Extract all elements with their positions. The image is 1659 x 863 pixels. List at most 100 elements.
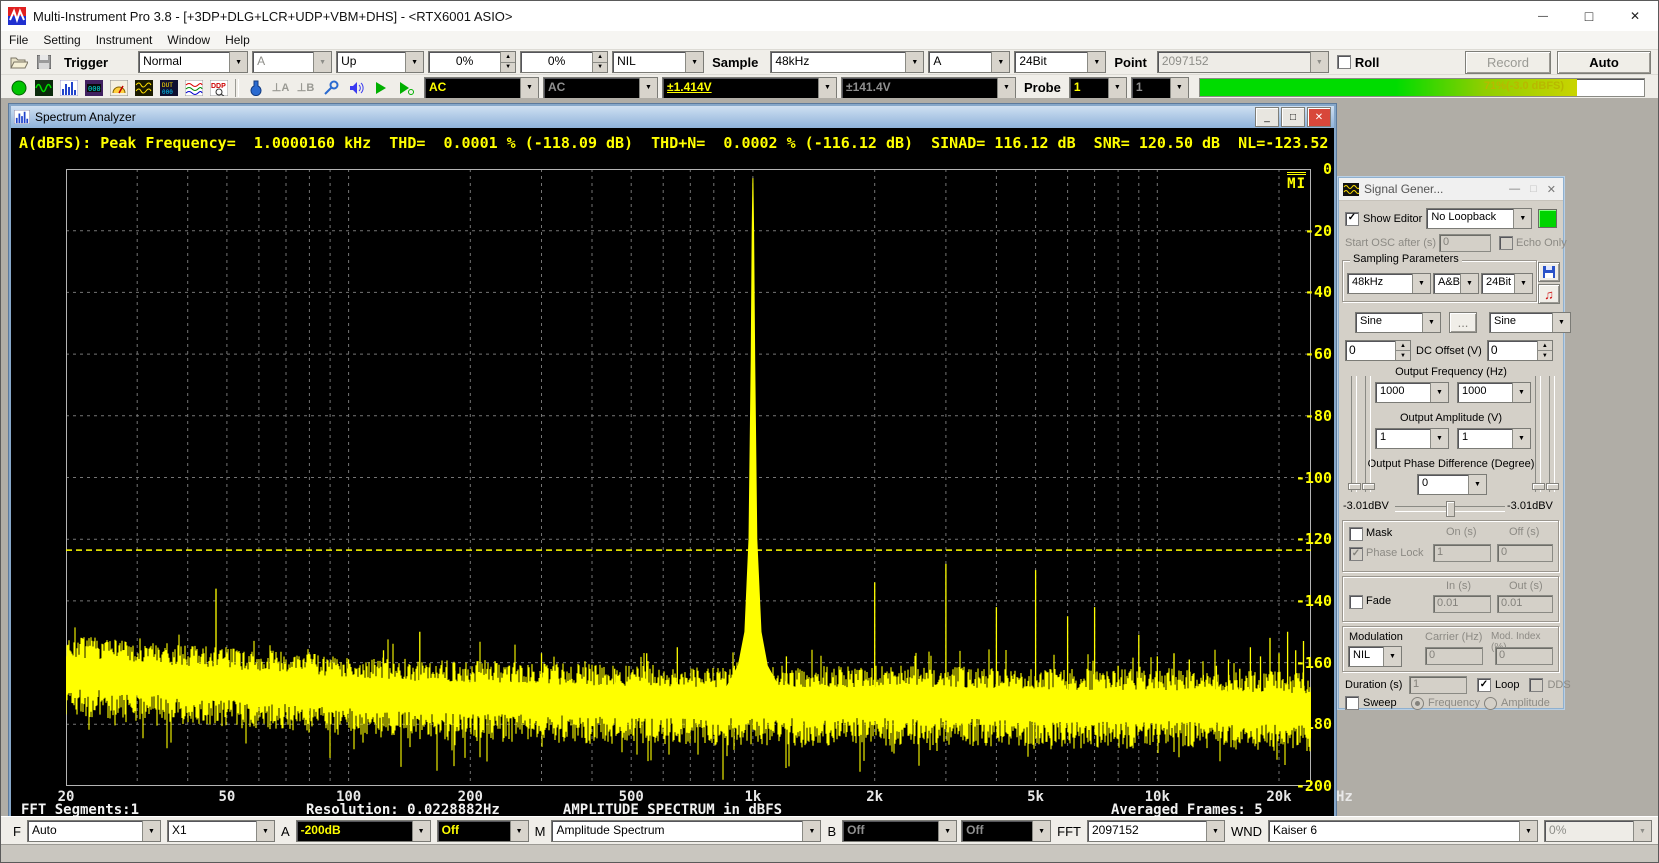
trigger-level-spinner[interactable]: 0% [428, 51, 516, 73]
device-test-plan-icon[interactable] [107, 78, 130, 98]
x-zoom-select[interactable]: X1 [167, 820, 275, 842]
amplitude-slider-a2[interactable] [1365, 376, 1371, 492]
probe-a-select[interactable]: 1 [1069, 77, 1127, 99]
open-icon[interactable] [7, 52, 30, 72]
dropdown-arrow-icon[interactable] [256, 821, 274, 841]
window-function-select[interactable]: Kaiser 6 [1268, 820, 1538, 842]
wave-b-select[interactable]: Sine [1489, 312, 1571, 333]
spin-up-icon[interactable] [1538, 341, 1552, 351]
siggen-minimize-icon[interactable]: — [1509, 183, 1520, 196]
spectrum-analyzer-icon[interactable] [57, 78, 80, 98]
spin-up-icon[interactable] [501, 52, 515, 63]
dropdown-arrow-icon[interactable] [1514, 274, 1532, 293]
mask-checkbox[interactable] [1349, 527, 1363, 541]
zero-calibrate-b-icon[interactable]: ⊥B [294, 78, 317, 98]
dropdown-arrow-icon[interactable] [685, 52, 703, 72]
save-icon[interactable] [32, 52, 55, 72]
dropdown-arrow-icon[interactable] [1512, 429, 1530, 448]
signal-generator-icon[interactable] [32, 78, 55, 98]
run-single-icon[interactable] [394, 78, 417, 98]
spectrum-window-titlebar[interactable]: Spectrum Analyzer _ □ ✕ [11, 106, 1334, 128]
output-enabled-indicator[interactable] [1538, 209, 1557, 228]
spectrum-maximize-icon[interactable]: □ [1281, 107, 1305, 127]
calibration-icon[interactable] [244, 78, 267, 98]
spectrum-chart[interactable] [66, 169, 1311, 786]
spin-down-icon[interactable] [593, 63, 607, 73]
siggen-maximize-icon[interactable]: □ [1530, 183, 1537, 196]
freq-axis-mode-select[interactable]: Auto [27, 820, 161, 842]
spectrum-minimize-icon[interactable]: _ [1255, 107, 1279, 127]
loopback-select[interactable]: No Loopback [1426, 208, 1532, 229]
data-logger-icon[interactable] [182, 78, 205, 98]
dropdown-arrow-icon[interactable] [1412, 274, 1430, 293]
trigger-edge-select[interactable]: Up [336, 51, 424, 73]
sweep-checkbox[interactable] [1345, 696, 1359, 710]
sample-channel-select[interactable]: A [928, 51, 1010, 73]
dropdown-arrow-icon[interactable] [1206, 821, 1224, 841]
fade-checkbox[interactable] [1349, 595, 1363, 609]
sound-device-icon[interactable] [344, 78, 367, 98]
dut-icon[interactable]: DUT000 [157, 78, 180, 98]
dropdown-arrow-icon[interactable] [405, 52, 423, 72]
dropdown-arrow-icon[interactable] [1108, 78, 1126, 98]
modulation-select[interactable]: NIL [1348, 646, 1402, 667]
amplitude-slider-b1[interactable] [1535, 376, 1541, 492]
amp-b-select[interactable]: 1 [1457, 428, 1531, 449]
dropdown-arrow-icon[interactable] [1513, 209, 1531, 228]
bit-depth-select[interactable]: 24Bit [1014, 51, 1106, 73]
trigger-mode-select[interactable]: Normal [138, 51, 248, 73]
probe-calibration-icon[interactable] [319, 78, 342, 98]
amplitude-slider-a1[interactable] [1351, 376, 1357, 492]
dropdown-arrow-icon[interactable] [1552, 313, 1570, 332]
dropdown-arrow-icon[interactable] [1430, 383, 1448, 402]
dropdown-arrow-icon[interactable] [142, 821, 160, 841]
roll-checkbox[interactable] [1337, 55, 1351, 69]
phase-select[interactable]: 0 [1417, 474, 1487, 495]
spin-up-icon[interactable] [1396, 341, 1410, 351]
close-icon[interactable] [1612, 1, 1658, 31]
loop-checkbox[interactable] [1477, 678, 1491, 692]
spectrum-close-icon[interactable]: ✕ [1307, 107, 1331, 127]
dropdown-arrow-icon[interactable] [1422, 313, 1440, 332]
dropdown-arrow-icon[interactable] [1460, 274, 1478, 293]
siggen-bits-select[interactable]: 24Bit [1481, 273, 1533, 294]
ddp-viewer-icon[interactable]: DDP [207, 78, 230, 98]
dropdown-arrow-icon[interactable] [802, 821, 820, 841]
dropdown-arrow-icon[interactable] [229, 52, 247, 72]
freq-b-select[interactable]: 1000 [1457, 382, 1531, 403]
dc-offset-a-spinner[interactable]: 0 [1345, 340, 1411, 361]
a-extra-select[interactable]: Off [437, 820, 529, 842]
spectrum-3d-plot-icon[interactable] [132, 78, 155, 98]
dropdown-arrow-icon[interactable] [1430, 429, 1448, 448]
spectrum-mode-select[interactable]: Amplitude Spectrum [551, 820, 821, 842]
trigger-delay-spinner[interactable]: 0% [520, 51, 608, 73]
spin-down-icon[interactable] [501, 63, 515, 73]
menu-instrument[interactable]: Instrument [96, 33, 162, 47]
show-editor-checkbox[interactable] [1345, 212, 1359, 226]
zero-calibrate-a-icon[interactable]: ⊥A [269, 78, 292, 98]
spin-up-icon[interactable] [593, 52, 607, 63]
wave-a-select[interactable]: Sine [1355, 312, 1441, 333]
maximize-icon[interactable] [1566, 1, 1612, 31]
dropdown-arrow-icon[interactable] [520, 78, 538, 98]
sample-rate-select[interactable]: 48kHz [770, 51, 924, 73]
hpf-select[interactable]: NIL [612, 51, 704, 73]
a-range-select[interactable]: -200dB [296, 820, 431, 842]
coupling-a-select[interactable]: AC [424, 77, 539, 99]
amplitude-slider-b2[interactable] [1549, 376, 1555, 492]
minimize-icon[interactable] [1520, 1, 1566, 31]
dc-offset-b-spinner[interactable]: 0 [1487, 340, 1553, 361]
run-icon[interactable] [369, 78, 392, 98]
spin-down-icon[interactable] [1538, 351, 1552, 360]
range-a-select[interactable]: ±1.414V [662, 77, 837, 99]
dropdown-arrow-icon[interactable] [1512, 383, 1530, 402]
dropdown-arrow-icon[interactable] [510, 821, 528, 841]
dropdown-arrow-icon[interactable] [1087, 52, 1105, 72]
oscilloscope-icon[interactable] [7, 78, 30, 98]
siggen-close-icon[interactable]: ✕ [1547, 183, 1556, 196]
dropdown-arrow-icon[interactable] [818, 78, 836, 98]
menu-window[interactable]: Window [167, 33, 219, 47]
spin-down-icon[interactable] [1396, 351, 1410, 360]
menu-help[interactable]: Help [225, 33, 259, 47]
spectrum-plot-area[interactable] [66, 169, 1311, 786]
